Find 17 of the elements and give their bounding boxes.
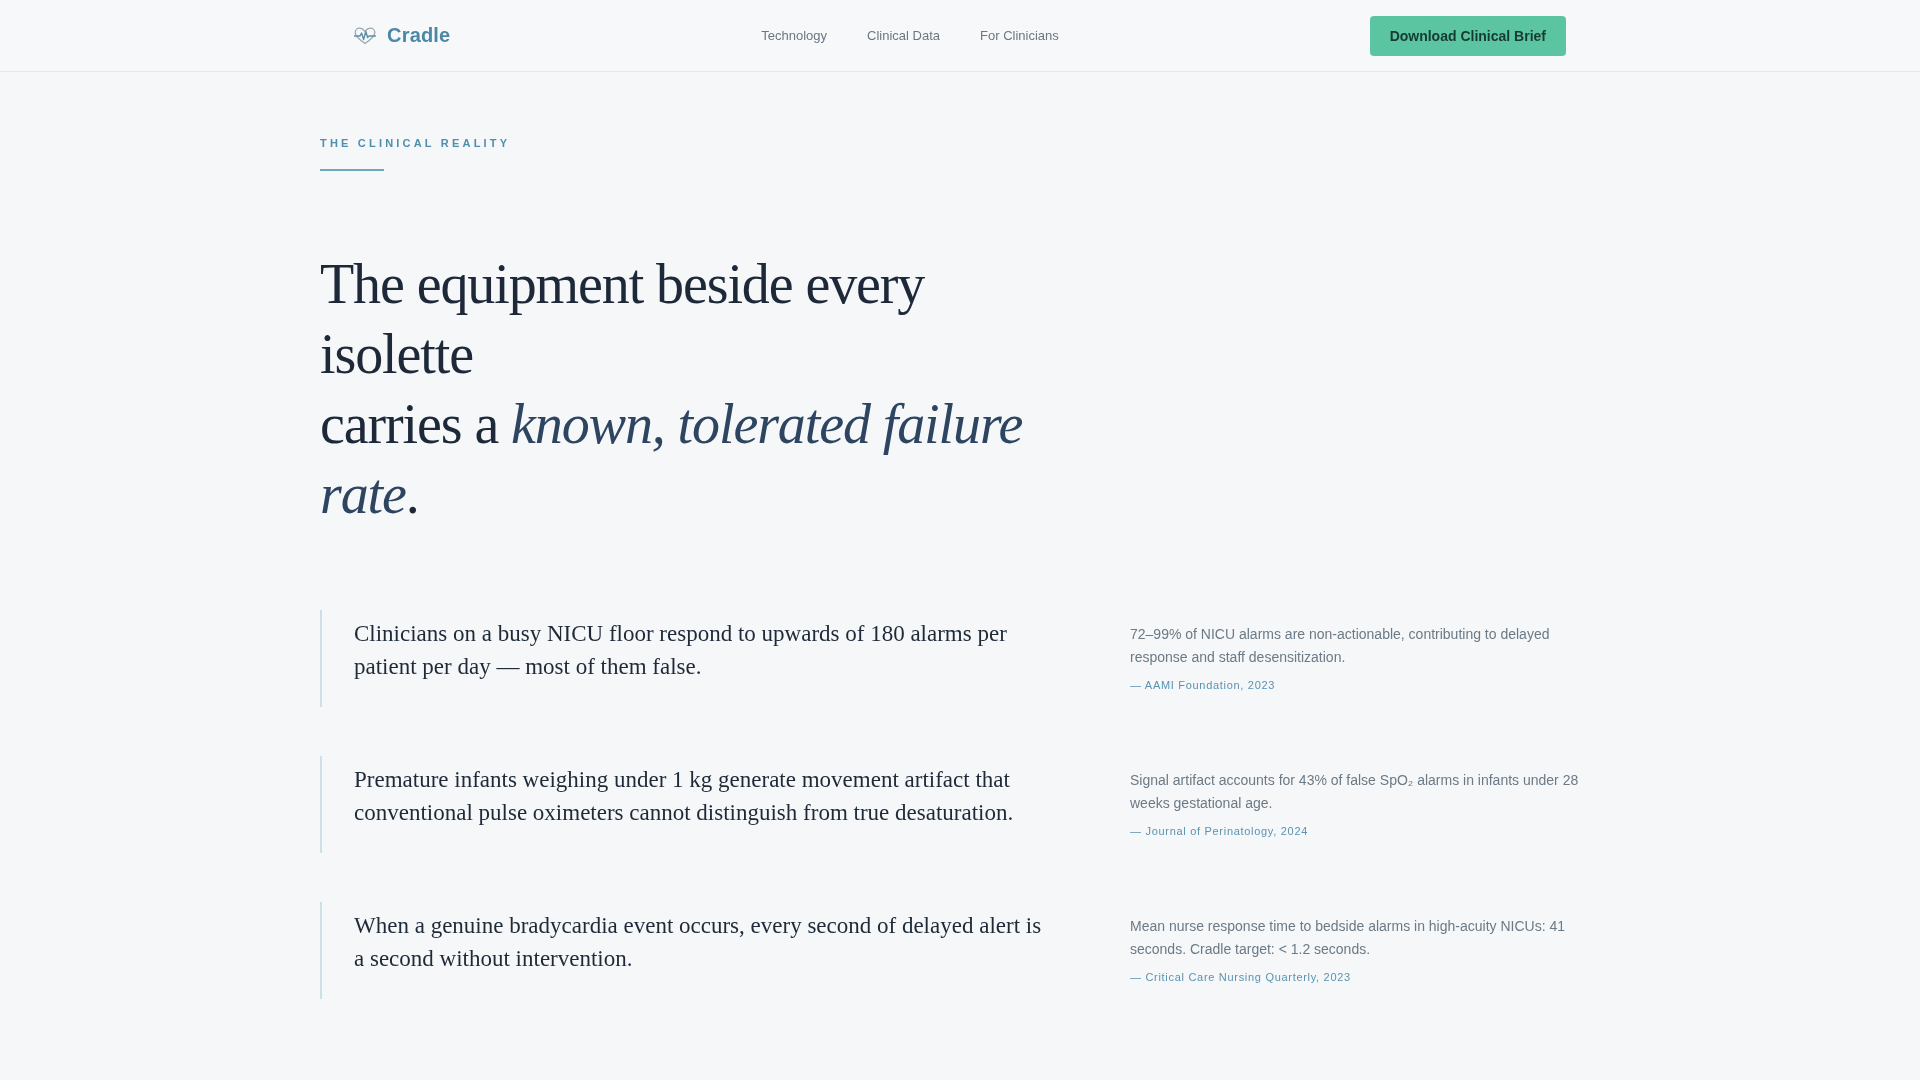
fact-quote: Premature infants weighing under 1 kg generate movement artifact that conventional pulse oximeters cannot distinguish from true desaturation. — [320, 755, 1050, 853]
fact-source: — Journal of Perinatology, 2024 — [1130, 823, 1310, 839]
fact-quote: Clinicians on a busy NICU floor respond to upwards of 180 alarms per patient per day — most of them false. — [320, 609, 1050, 707]
nav-link[interactable]: Clinical Data — [867, 28, 941, 43]
section-eyebrow: THE CLINICAL REALITY — [320, 136, 511, 151]
fact-source: — AAMI Foundation, 2023 — [1130, 677, 1277, 693]
fact-note: 72–99% of NICU alarms are non-actionable, contributing to delayed response and staff desensitization. — [1130, 624, 1551, 667]
fact-note: Mean nurse response time to bedside alarms in high-acuity NICUs: 41 seconds. Cradle target: < 1.2 seconds. — [1130, 916, 1566, 959]
fact-quote: When a genuine bradycardia event occurs, every second of delayed alert is a second without intervention. — [320, 901, 1050, 999]
heart-pulse-icon — [354, 26, 376, 45]
fact-note: Signal artifact accounts for 43% of false SpO₂ alarms in infants under 28 weeks gestational age. — [1130, 770, 1580, 813]
nav-link[interactable]: For Clinicians — [980, 28, 1059, 43]
download-brief-button[interactable]: Download Clinical Brief — [1369, 15, 1566, 56]
nav-link[interactable]: Technology — [761, 28, 828, 43]
fact-source: — Critical Care Nursing Quarterly, 2023 — [1130, 969, 1352, 985]
brand-name: Cradle — [387, 24, 451, 47]
section-headline: The equipment beside every isolette carries a known, tolerated failure rate. — [320, 251, 1024, 527]
